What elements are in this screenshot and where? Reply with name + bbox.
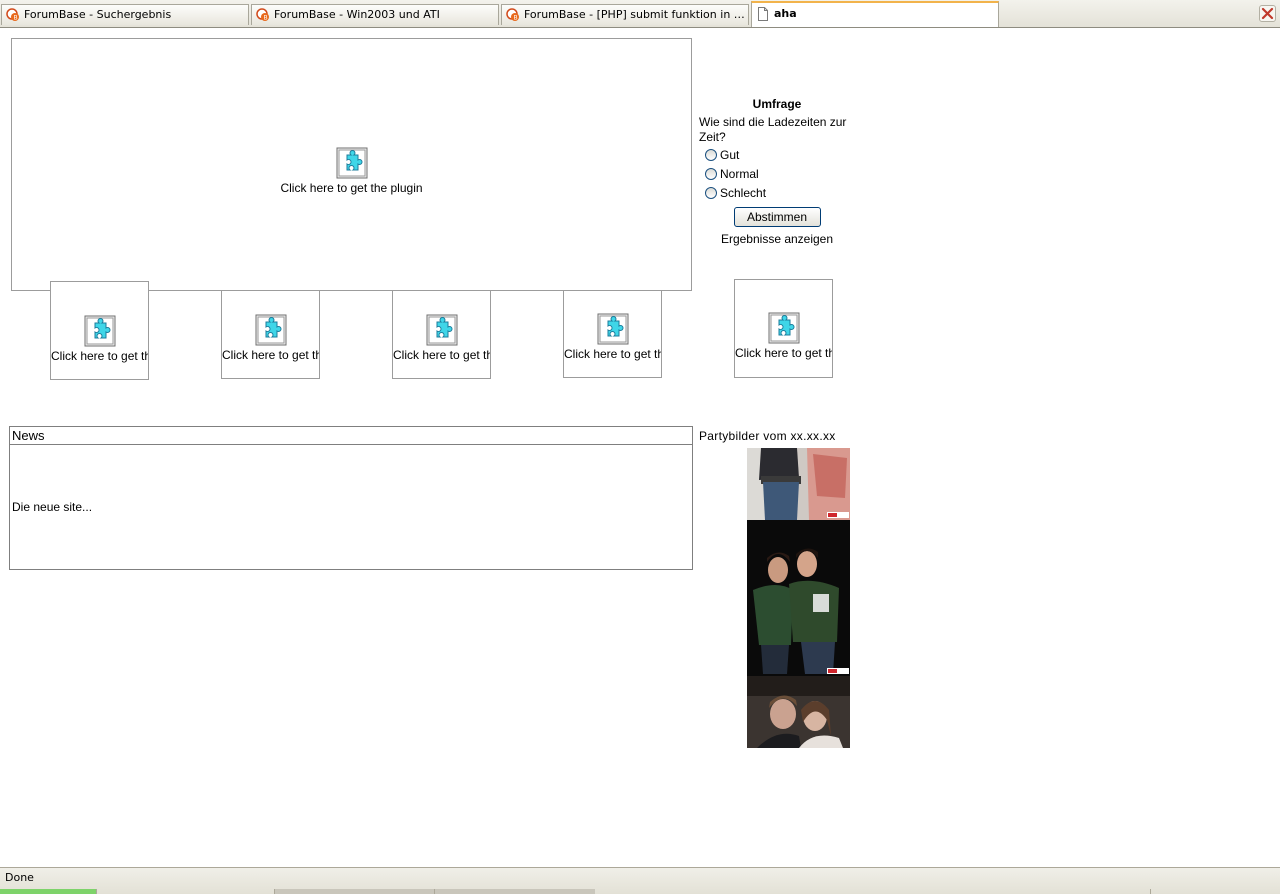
tab-forumbase-php[interactable]: B ForumBase - [PHP] submit funktion in p… [501,4,749,25]
plugin-icon [255,314,286,346]
svg-text:B: B [514,15,518,22]
tab-bar: B ForumBase - Suchergebnis B ForumBase -… [0,0,1280,28]
party-photo-image [747,676,850,748]
forumbase-favicon-icon: B [6,8,19,22]
poll-option-gut[interactable]: Gut [699,145,855,164]
forumbase-favicon-icon: B [506,8,519,22]
page-icon [758,7,768,21]
radio-button[interactable] [705,148,717,161]
plugin-icon [84,315,115,347]
forumbase-favicon-icon: B [256,8,269,22]
svg-text:B: B [14,15,18,22]
plugin-placeholder-2[interactable]: Click here to get the [221,290,320,379]
progress-bar [0,889,96,894]
radio-button[interactable] [705,167,717,180]
plugin-label: Click here to get the [564,347,662,361]
party-photos-title: Partybilder vom xx.xx.xx [699,429,836,443]
plugin-icon [336,147,367,179]
vote-button[interactable]: Abstimmen [733,207,821,227]
plugin-label: Click here to get the [51,349,149,363]
plugin-icon [426,314,457,346]
plugin-placeholder-4[interactable]: Click here to get the [563,290,662,378]
status-panel [96,889,275,894]
plugin-placeholder-3[interactable]: Click here to get the [392,290,491,379]
poll-option-label: Gut [720,147,740,162]
tab-forumbase-suchergebnis[interactable]: B ForumBase - Suchergebnis [1,4,249,25]
close-icon [1261,7,1274,20]
status-panel [274,889,435,894]
poll-option-schlecht[interactable]: Schlecht [699,183,855,202]
plugin-placeholder-1[interactable]: Click here to get the [50,281,149,380]
poll-option-label: Schlecht [720,185,767,200]
tab-label: ForumBase - Suchergebnis [24,8,172,21]
plugin-label: Click here to get the [735,346,833,360]
poll-option-label: Normal [720,166,759,181]
tab-aha[interactable]: aha [751,1,999,27]
tab-label: ForumBase - [PHP] submit funktion in php… [524,8,748,21]
poll-title: Umfrage [752,97,802,111]
party-photo-image [747,448,850,520]
plugin-icon [597,313,628,345]
tab-label: ForumBase - Win2003 und ATI [274,8,440,21]
news-body: Die neue site... [12,500,93,514]
results-link[interactable]: Ergebnisse anzeigen [699,232,855,246]
party-photo-2[interactable] [747,520,850,676]
tab-label: aha [774,7,797,20]
plugin-label: Click here to get the plugin [280,181,423,195]
plugin-placeholder-main[interactable]: Click here to get the plugin [11,38,692,291]
status-panel [434,889,595,894]
party-photo-3[interactable] [747,676,850,748]
news-box: News Die neue site... [9,426,693,570]
party-photo-1[interactable] [747,448,850,520]
status-text: Done [5,871,34,884]
svg-text:B: B [264,15,268,22]
plugin-placeholder-5[interactable]: Click here to get the [734,279,833,378]
poll-question: Wie sind die Ladezeiten zur Zeit? [699,115,847,144]
radio-button[interactable] [705,186,717,199]
status-bar: Done [0,867,1280,894]
poll-widget: Umfrage Wie sind die Ladezeiten zur Zeit… [699,97,855,246]
plugin-label: Click here to get the [222,348,320,362]
news-header: News [10,427,692,445]
party-photo-image [747,520,850,676]
plugin-label: Click here to get the [393,348,491,362]
close-tab-button[interactable] [1259,5,1276,22]
tab-forumbase-win2003[interactable]: B ForumBase - Win2003 und ATI [251,4,499,25]
poll-option-normal[interactable]: Normal [699,164,855,183]
status-panel [1150,889,1280,894]
plugin-icon [768,312,799,344]
